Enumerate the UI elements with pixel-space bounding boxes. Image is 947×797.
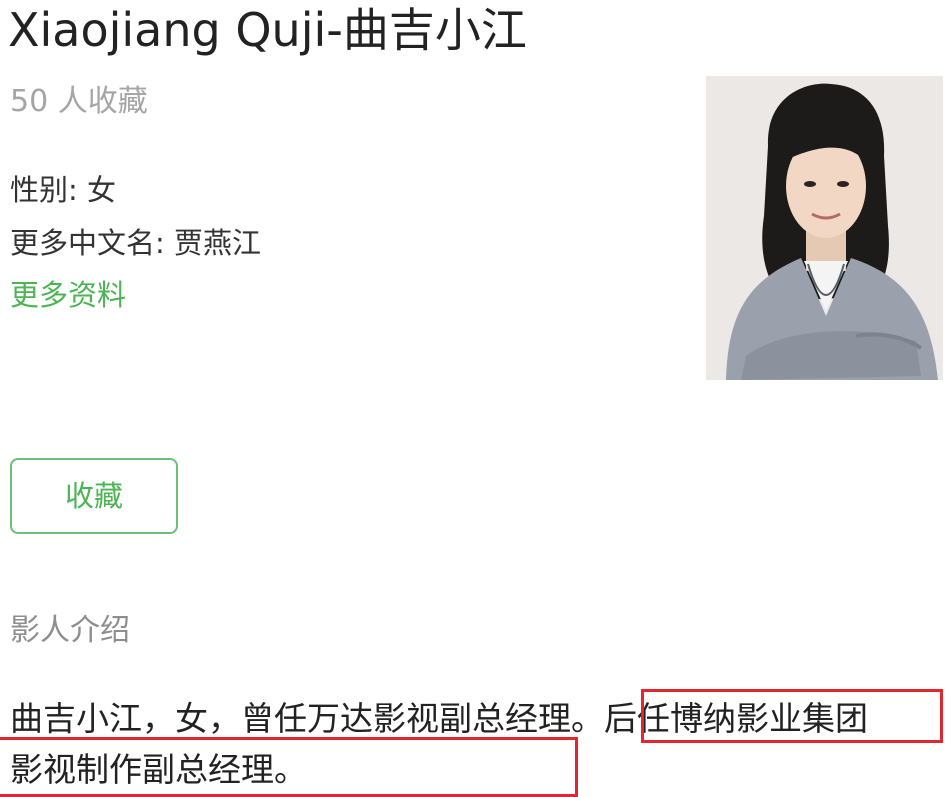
page-title: Xiaojiang Quji-曲吉小江 bbox=[8, 3, 527, 57]
portrait-photo-icon bbox=[706, 76, 943, 380]
alias-info: 更多中文名: 贾燕江 bbox=[10, 226, 261, 260]
more-info-link[interactable]: 更多资料 bbox=[10, 275, 126, 315]
favorite-button[interactable]: 收藏 bbox=[10, 458, 178, 534]
highlight-annotation-box bbox=[641, 689, 943, 743]
bio-text-segment: 曲吉小江，女，曾任万达影视副总经理。 bbox=[10, 699, 604, 738]
gender-info: 性别: 女 bbox=[10, 173, 116, 207]
portrait-photo[interactable] bbox=[706, 76, 943, 380]
celebrity-profile-page: Xiaojiang Quji-曲吉小江 50 人收藏 性别: 女 更多中文名: … bbox=[0, 0, 947, 797]
bio-heading: 影人介绍 bbox=[10, 613, 130, 648]
favorites-count: 50 人收藏 bbox=[10, 84, 148, 119]
highlight-annotation-box bbox=[0, 737, 578, 797]
